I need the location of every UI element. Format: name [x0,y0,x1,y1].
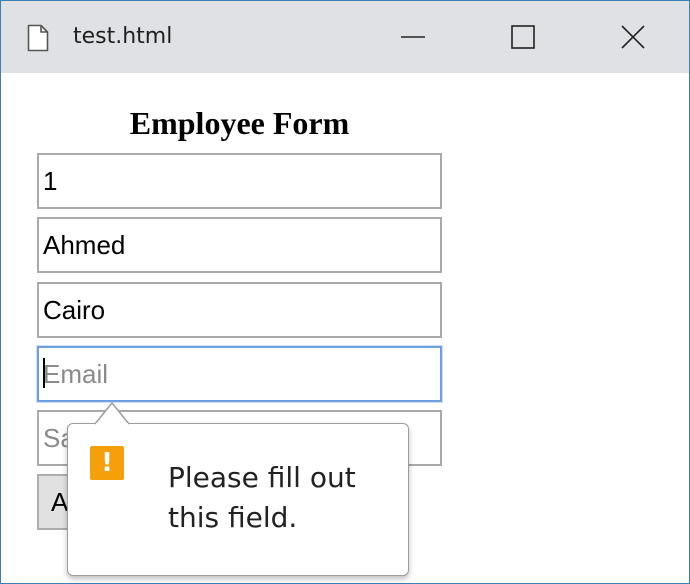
validation-tooltip: ! Please fill out this field. [67,423,409,576]
text-caret [43,358,45,388]
email-input[interactable] [37,346,442,402]
employee-name-input[interactable] [37,217,442,273]
document-icon [27,24,49,52]
maximize-icon [511,25,535,49]
employee-city-input[interactable] [37,282,442,338]
close-button[interactable] [578,1,688,73]
maximize-button[interactable] [468,1,578,73]
warning-icon: ! [90,446,124,480]
title-bar[interactable]: test.html [1,0,689,73]
minimize-button[interactable] [358,1,468,73]
minimize-icon [401,36,425,38]
browser-window: test.html Employee Form Add ! P [0,0,690,584]
employee-id-input[interactable] [37,153,442,209]
tooltip-message: Please fill out this field. [168,461,356,534]
window-title: test.html [73,24,173,49]
close-icon [621,25,645,49]
form-title: Employee Form [129,105,350,141]
tooltip-arrow [95,401,129,425]
